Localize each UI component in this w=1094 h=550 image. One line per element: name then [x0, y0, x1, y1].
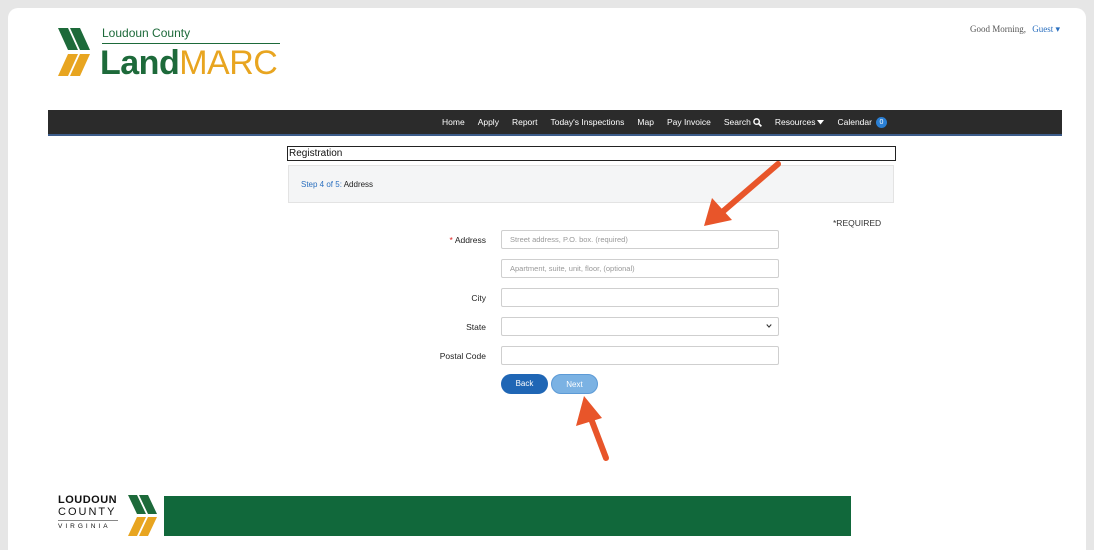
nav-pay-invoice[interactable]: Pay Invoice: [667, 117, 711, 127]
search-icon: [753, 117, 762, 127]
nav-resources[interactable]: Resources: [775, 117, 825, 127]
footer-chevron-logo-icon: [128, 495, 157, 536]
postal-code-label: Postal Code: [439, 351, 486, 361]
state-label: State: [466, 322, 486, 332]
footer-logo-line1: LOUDOUN: [58, 494, 118, 506]
logo-brand-text: LandMARC: [100, 44, 278, 82]
address-line1-input[interactable]: Street address, P.O. box. (required): [501, 230, 779, 249]
annotation-arrow-to-address: [704, 161, 781, 226]
footer-bar: [164, 496, 851, 536]
greeting-text: Good Morning,: [969, 24, 1026, 34]
city-input[interactable]: [501, 288, 779, 307]
footer-logo-line3: VIRGINIA: [58, 523, 111, 530]
required-note: *REQUIRED: [833, 218, 882, 228]
guest-user-menu[interactable]: Guest ▾: [1032, 24, 1060, 34]
footer-logo-line2: COUNTY: [58, 506, 117, 518]
user-greeting: Good Morning, Guest ▾: [970, 24, 1060, 35]
step-progress-link[interactable]: Step 4 of 5:: [301, 180, 342, 189]
chevron-down-icon: [766, 324, 772, 328]
nav-search[interactable]: Search: [724, 117, 762, 127]
next-button[interactable]: Next: [551, 374, 598, 394]
nav-calendar[interactable]: Calendar 0: [837, 116, 887, 128]
address-line2-input[interactable]: Apartment, suite, unit, floor, (optional…: [501, 259, 779, 278]
back-button[interactable]: Back: [501, 374, 548, 394]
address-label: * Address: [449, 235, 487, 245]
state-select[interactable]: [501, 317, 779, 336]
required-star: *: [449, 235, 453, 245]
caret-down-icon: [817, 119, 825, 124]
nav-home[interactable]: Home: [442, 117, 465, 127]
nav-report[interactable]: Report: [512, 117, 538, 127]
footer-logo-divider: [58, 520, 118, 521]
calendar-count-badge: 0: [875, 116, 887, 128]
page-frame: [8, 8, 1086, 550]
annotation-arrow-to-next: [576, 396, 609, 461]
postal-code-input[interactable]: [501, 346, 779, 365]
page-title: Registration: [287, 146, 896, 161]
step-name: Address: [343, 180, 374, 189]
main-navbar: Home Apply Report Today's Inspections Ma…: [48, 110, 1062, 136]
footer-county-logo: LOUDOUN COUNTY VIRGINIA: [58, 494, 118, 530]
nav-todays-inspections[interactable]: Today's Inspections: [550, 117, 624, 127]
logo-county-text: Loudoun County: [102, 26, 191, 40]
county-chevron-logo-icon: [58, 28, 90, 76]
city-label: City: [471, 293, 486, 303]
step-indicator: Step 4 of 5: Address: [288, 165, 894, 203]
nav-map[interactable]: Map: [637, 117, 654, 127]
nav-apply[interactable]: Apply: [478, 117, 499, 127]
